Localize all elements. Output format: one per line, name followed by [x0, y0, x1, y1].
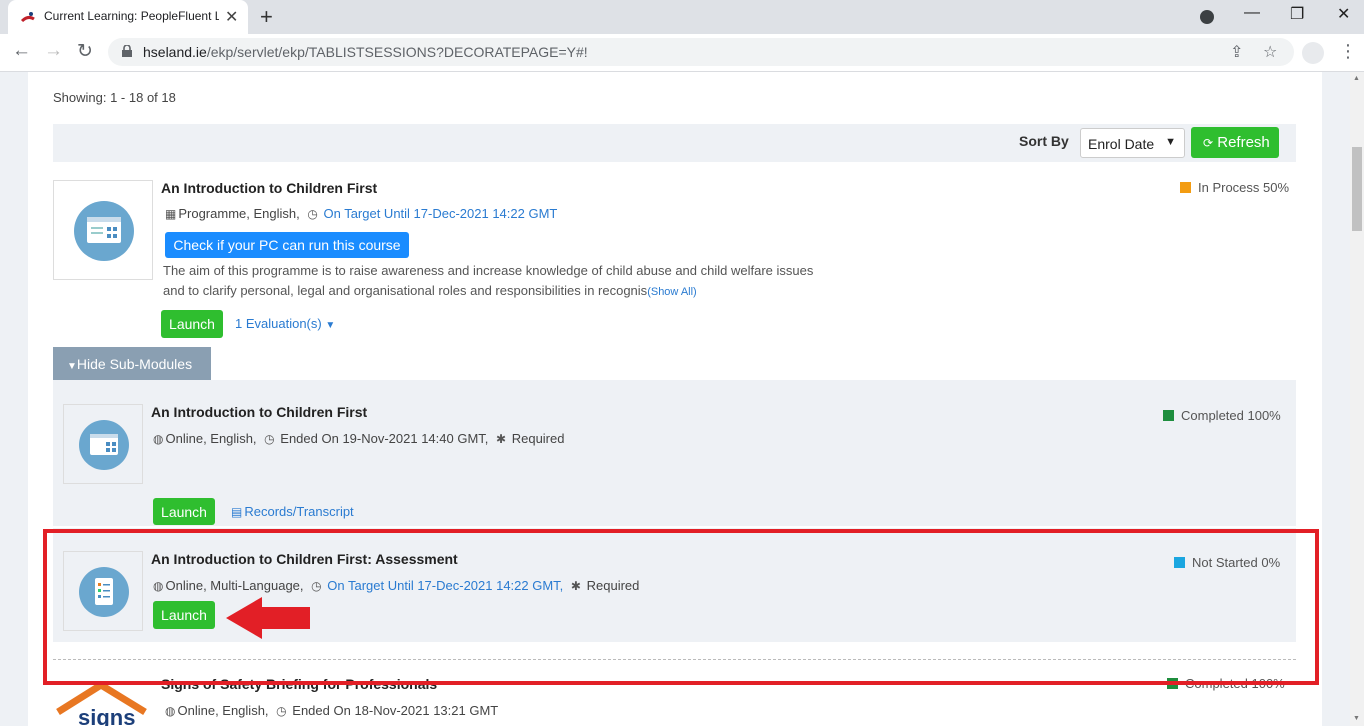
sort-select[interactable]: Enrol Date ▼ — [1080, 128, 1185, 158]
programme-grid-icon: ▦ — [165, 207, 177, 221]
back-icon[interactable]: ← — [12, 40, 31, 62]
address-bar: ← → ↻ hseland.ie/ekp/servlet/ekp/TABLIST… — [0, 34, 1364, 72]
url-text: hseland.ie/ekp/servlet/ekp/TABLISTSESSIO… — [143, 44, 588, 60]
status-square-icon — [1180, 182, 1191, 193]
records-label: Records/Transcript — [244, 504, 354, 519]
refresh-button[interactable]: ⟳ Refresh — [1191, 127, 1279, 158]
submodule-date: Ended On 19-Nov-2021 14:40 GMT, — [280, 431, 489, 446]
lock-icon — [122, 45, 132, 57]
caret-down-icon: ▼ — [325, 320, 336, 331]
profile-avatar-icon[interactable] — [1302, 42, 1324, 64]
launch-button[interactable]: Launch — [153, 498, 215, 525]
show-all-link[interactable]: (Show All) — [647, 286, 697, 298]
hide-submodules-toggle[interactable]: ▼Hide Sub-Modules — [53, 347, 211, 380]
window-icon — [87, 217, 121, 243]
launch-button[interactable]: Launch — [161, 310, 223, 338]
course-thumbnail — [53, 180, 153, 280]
share-icon[interactable]: ⇪ — [1230, 42, 1243, 62]
submodule-required: Required — [511, 431, 565, 446]
course-target-date: On Target Until 17-Dec-2021 14:22 GMT — [323, 206, 558, 221]
course-title[interactable]: An Introduction to Children First — [161, 180, 377, 196]
course-type: Programme, English, — [178, 206, 300, 221]
scroll-down-icon[interactable]: ▼ — [1353, 715, 1360, 722]
window-close-icon[interactable]: ✕ — [1337, 4, 1350, 24]
reload-icon[interactable]: ↻ — [77, 40, 93, 63]
refresh-icon: ⟳ — [1203, 136, 1214, 150]
globe-icon: ◍ — [153, 432, 164, 446]
hide-submodules-label: Hide Sub-Modules — [76, 356, 193, 372]
submodule-thumbnail — [63, 404, 143, 484]
page-scrollbar[interactable]: ▲ ▼ — [1350, 72, 1364, 726]
course-type: Online, English, — [177, 703, 269, 718]
minimize-icon[interactable]: — — [1244, 4, 1260, 22]
peoplefluent-favicon-icon — [20, 12, 35, 23]
restore-icon[interactable]: ❐ — [1290, 4, 1304, 24]
clock-icon: ◷ — [307, 207, 318, 221]
browser-tab[interactable]: Current Learning: PeopleFluent LMS ✕ — [8, 0, 248, 34]
sort-label: Sort By — [1019, 133, 1069, 149]
evaluations-label: 1 Evaluation(s) — [235, 316, 322, 331]
submodule-icon — [79, 420, 129, 470]
refresh-label: Refresh — [1217, 134, 1270, 151]
browser-menu-icon[interactable]: ⋮ — [1339, 41, 1357, 62]
course-meta: ◍ Online, English, ◷ Ended On 18-Nov-2021… — [165, 703, 498, 718]
caret-down-icon: ▼ — [67, 361, 77, 372]
status-square-icon — [1163, 410, 1174, 421]
submodule-meta: ◍ Online, English, ◷ Ended On 19-Nov-2021… — [153, 431, 564, 446]
url-host: hseland.ie — [143, 44, 207, 60]
submodule-divider — [53, 526, 1296, 528]
bookmark-star-icon[interactable]: ☆ — [1263, 42, 1277, 62]
scroll-thumb[interactable] — [1352, 147, 1362, 231]
tab-search-icon[interactable] — [1200, 10, 1214, 24]
url-field[interactable]: hseland.ie/ekp/servlet/ekp/TABLISTSESSIO… — [108, 38, 1294, 66]
chevron-down-icon: ▼ — [1165, 136, 1176, 148]
sort-toolbar: Sort By Enrol Date ▼ ⟳ Refresh — [53, 124, 1296, 162]
submodule-type: Online, English, — [165, 431, 257, 446]
logo-text: signs — [78, 705, 136, 726]
course-icon — [74, 201, 134, 261]
results-count: Showing: 1 - 18 of 18 — [53, 90, 176, 105]
url-path: /ekp/servlet/ekp/TABLISTSESSIONS?DECORAT… — [206, 44, 588, 60]
course-date: Ended On 18-Nov-2021 13:21 GMT — [292, 703, 499, 718]
course-status: In Process 50% — [1180, 180, 1289, 195]
tab-close-icon[interactable]: ✕ — [225, 7, 238, 27]
forward-icon[interactable]: → — [44, 40, 63, 62]
course-status-text: In Process 50% — [1198, 180, 1290, 195]
evaluations-dropdown[interactable]: 1 Evaluation(s) ▼ — [235, 316, 335, 331]
course-meta: ▦ Programme, English, ◷ On Target Until 1… — [165, 206, 557, 221]
scroll-up-icon[interactable]: ▲ — [1353, 75, 1360, 82]
submodule-status: Completed 100% — [1163, 408, 1281, 423]
course-description-text: The aim of this programme is to raise aw… — [163, 263, 814, 298]
clock-icon: ◷ — [276, 704, 287, 718]
browser-tab-bar: Current Learning: PeopleFluent LMS ✕ + —… — [0, 0, 1364, 34]
submodule-status-text: Completed 100% — [1181, 408, 1281, 423]
globe-icon: ◍ — [165, 704, 176, 718]
window-icon — [90, 434, 118, 455]
sort-value: Enrol Date — [1088, 136, 1155, 152]
records-transcript-link[interactable]: ▤ Records/Transcript — [231, 504, 354, 519]
document-icon: ▤ — [231, 505, 243, 519]
course-description: The aim of this programme is to raise aw… — [163, 261, 823, 302]
red-arrow-icon — [226, 597, 310, 639]
clock-icon: ◷ — [264, 432, 275, 446]
check-pc-button[interactable]: Check if your PC can run this course — [165, 232, 409, 258]
tab-title: Current Learning: PeopleFluent LMS — [44, 9, 219, 23]
asterisk-icon: ✱ — [496, 432, 507, 446]
submodule-title[interactable]: An Introduction to Children First — [151, 404, 367, 420]
new-tab-icon[interactable]: + — [260, 4, 273, 30]
